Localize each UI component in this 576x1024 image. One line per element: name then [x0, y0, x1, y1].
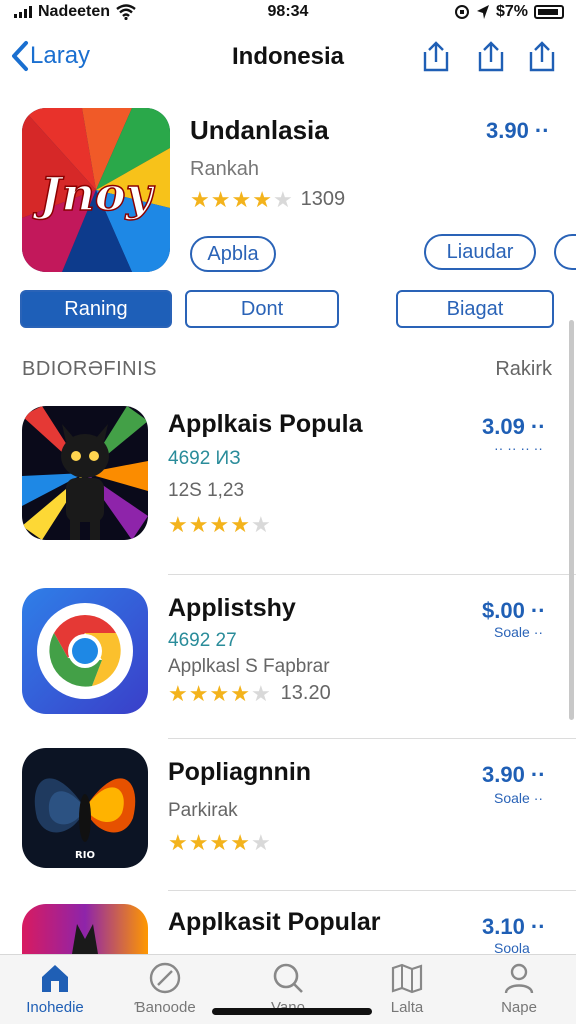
rating-count: 13.20 [280, 682, 331, 704]
tab-profile[interactable]: Nape [464, 961, 574, 1016]
app-icon-browser[interactable] [22, 588, 148, 714]
app-price-sub: ·· ·· ·· ·· [494, 440, 543, 456]
app-info: Applkasl S Fapbrar [168, 656, 330, 677]
person-icon [504, 963, 534, 994]
section-action[interactable]: Rakirk [495, 358, 552, 381]
star-icon: ★ [188, 680, 209, 706]
open-button[interactable]: Apbla [190, 236, 276, 272]
star-rating: ★ ★ ★ ★ ★ [168, 680, 271, 706]
share-icon[interactable] [525, 40, 559, 74]
app-rating: ★ ★ ★ ★ ★ [168, 832, 271, 854]
star-icon: ★ [230, 680, 250, 706]
app-title[interactable]: Applistshy [168, 594, 296, 623]
app-meta: 4692 ИЗ [168, 448, 241, 469]
tab-label: Inohedie [26, 999, 84, 1016]
row-divider [168, 574, 576, 575]
star-rating: ★ ★ ★ ★ ★ [190, 186, 293, 212]
featured-app-icon[interactable]: Jnoy [22, 108, 170, 272]
star-icon: ★ [209, 830, 230, 855]
home-indicator[interactable] [212, 1008, 372, 1015]
star-icon: ★ [250, 830, 271, 855]
overflow-button[interactable] [554, 234, 576, 270]
featured-rating: ★ ★ ★ ★ ★ 1309 [190, 188, 345, 211]
featured-subtitle: Rankah [190, 158, 259, 180]
star-icon: ★ [190, 186, 210, 212]
app-rating: ★ ★ ★ ★ ★ 13.20 [168, 682, 331, 705]
app-title[interactable]: Popliagnnin [168, 758, 311, 787]
map-icon [391, 963, 423, 994]
featured-price: 3.90 ·· [486, 118, 550, 143]
section-title: BDIORƏFINIS [22, 358, 158, 380]
star-rating: ★ ★ ★ ★ ★ [168, 832, 271, 854]
star-icon: ★ [230, 512, 250, 537]
row-divider [168, 890, 576, 891]
rating-count: 1309 [300, 188, 346, 210]
app-meta: Parkirak [168, 800, 238, 821]
status-bar: Nadeeten 98:34 $7% [0, 0, 576, 26]
segment-biagat[interactable]: Biagat [396, 290, 554, 328]
app-meta: 4692 27 [168, 630, 237, 651]
star-icon: ★ [230, 830, 250, 855]
lock-rotation-icon [454, 5, 469, 19]
share-icon[interactable] [474, 40, 508, 74]
featured-icon-text: Jnoy [32, 167, 156, 221]
search-icon [273, 963, 303, 993]
tab-explore[interactable]: Ɓanoode [110, 961, 220, 1016]
status-right: $7% [454, 3, 564, 21]
star-icon: ★ [188, 512, 209, 537]
app-rating: ★ ★ ★ ★ ★ [168, 514, 281, 536]
star-icon: ★ [231, 186, 252, 212]
action-button[interactable]: Liaudar [424, 234, 536, 270]
app-icon-robot[interactable] [22, 406, 148, 540]
app-icon-character[interactable] [22, 904, 148, 954]
home-icon [42, 965, 68, 992]
app-title[interactable]: Applkais Popula [168, 410, 362, 439]
battery-icon [534, 5, 564, 19]
star-icon: ★ [250, 680, 271, 706]
tab-home[interactable]: Inohedie [0, 961, 110, 1016]
scrollbar[interactable] [569, 320, 574, 720]
app-price[interactable]: 3.09 ·· [482, 414, 546, 440]
app-title[interactable]: Applkasit Popular [168, 908, 381, 937]
star-icon: ★ [272, 186, 293, 212]
star-icon: ★ [250, 512, 271, 537]
app-price-sub: Soale ·· [494, 624, 544, 640]
star-icon: ★ [168, 680, 188, 706]
star-icon: ★ [188, 830, 209, 855]
app-price-sub: Soale ·· [494, 790, 544, 806]
star-icon: ★ [209, 680, 230, 706]
featured-title: Undanlasia [190, 115, 329, 145]
tab-label: Nape [501, 999, 537, 1016]
app-price[interactable]: $.00 ·· [482, 598, 546, 624]
star-icon: ★ [209, 512, 230, 537]
tab-label: Ɓanoode [134, 999, 196, 1016]
app-price[interactable]: 3.10 ·· [482, 914, 546, 940]
app-icon-butterfly[interactable]: RIO [22, 748, 148, 868]
compass-icon [149, 962, 181, 994]
star-icon: ★ [168, 512, 188, 537]
nav-bar: Laray Indonesia [0, 30, 576, 84]
svg-text:RIO: RIO [75, 850, 95, 861]
star-icon: ★ [252, 186, 272, 212]
row-divider [168, 738, 576, 739]
location-icon [476, 5, 489, 19]
star-rating: ★ ★ ★ ★ ★ [168, 514, 271, 536]
segment-raning[interactable]: Raning [20, 290, 172, 328]
battery-percent: $7% [495, 3, 528, 20]
app-price[interactable]: 3.90 ·· [482, 762, 546, 788]
star-icon: ★ [210, 186, 231, 212]
share-icon[interactable] [419, 40, 453, 74]
app-info: 12S 1,23 [168, 480, 245, 501]
segment-dont[interactable]: Dont [185, 290, 339, 328]
star-icon: ★ [168, 830, 188, 855]
